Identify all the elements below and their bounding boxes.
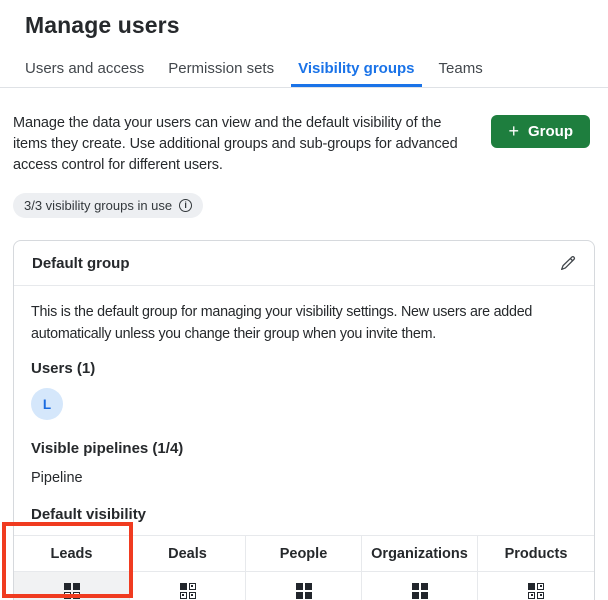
group-card-body: This is the default group for managing y… bbox=[14, 286, 594, 523]
group-card-description: This is the default group for managing y… bbox=[31, 304, 533, 342]
pipeline-name: Pipeline bbox=[31, 470, 83, 486]
column-header-products: Products bbox=[478, 536, 594, 572]
page-title: Manage users bbox=[25, 12, 180, 38]
visibility-cell-people[interactable] bbox=[246, 572, 362, 600]
column-header-organizations: Organizations bbox=[362, 536, 478, 572]
info-icon[interactable]: i bbox=[179, 199, 193, 212]
intro-row: Manage the data your users can view and … bbox=[0, 113, 608, 176]
tab-permission-sets[interactable]: Permission sets bbox=[161, 55, 281, 87]
visibility-cell-deals[interactable] bbox=[130, 572, 246, 600]
default-group-card: Default group This is the default group … bbox=[13, 240, 595, 600]
group-card-title: Default group bbox=[32, 255, 130, 272]
visibility-cell-leads[interactable] bbox=[14, 572, 130, 600]
users-heading: Users (1) bbox=[31, 360, 96, 377]
column-header-people: People bbox=[246, 536, 362, 572]
usage-badge: 3/3 visibility groups in use i bbox=[13, 193, 204, 218]
grid-visibility-icon bbox=[528, 582, 544, 599]
intro-description: Manage the data your users can view and … bbox=[13, 115, 458, 173]
add-group-button-label: Group bbox=[528, 123, 573, 140]
tab-visibility-groups[interactable]: Visibility groups bbox=[291, 55, 422, 87]
column-header-leads: Leads bbox=[14, 536, 130, 572]
default-visibility-table: Leads Deals People Organizations Product… bbox=[14, 535, 594, 600]
default-visibility-heading: Default visibility bbox=[31, 506, 147, 523]
user-avatar[interactable]: L bbox=[31, 388, 63, 420]
grid-visibility-icon bbox=[179, 582, 196, 599]
group-card-header: Default group bbox=[14, 241, 594, 286]
tab-teams[interactable]: Teams bbox=[432, 55, 490, 87]
pipelines-heading: Visible pipelines (1/4) bbox=[31, 440, 184, 457]
visibility-cell-organizations[interactable] bbox=[362, 572, 478, 600]
tab-users-and-access[interactable]: Users and access bbox=[18, 55, 151, 87]
tabs-bar: Users and access Permission sets Visibil… bbox=[0, 55, 608, 88]
grid-visibility-icon bbox=[63, 582, 80, 599]
grid-visibility-icon bbox=[295, 582, 312, 599]
grid-visibility-icon bbox=[411, 582, 428, 599]
edit-pencil-icon[interactable] bbox=[559, 255, 576, 272]
manage-users-page: Manage users Users and access Permission… bbox=[0, 0, 608, 600]
column-header-deals: Deals bbox=[130, 536, 246, 572]
usage-badge-text: 3/3 visibility groups in use bbox=[24, 198, 173, 213]
add-group-button[interactable]: + Group bbox=[491, 115, 590, 148]
plus-icon: + bbox=[508, 121, 519, 141]
visibility-cell-products[interactable] bbox=[478, 572, 594, 600]
